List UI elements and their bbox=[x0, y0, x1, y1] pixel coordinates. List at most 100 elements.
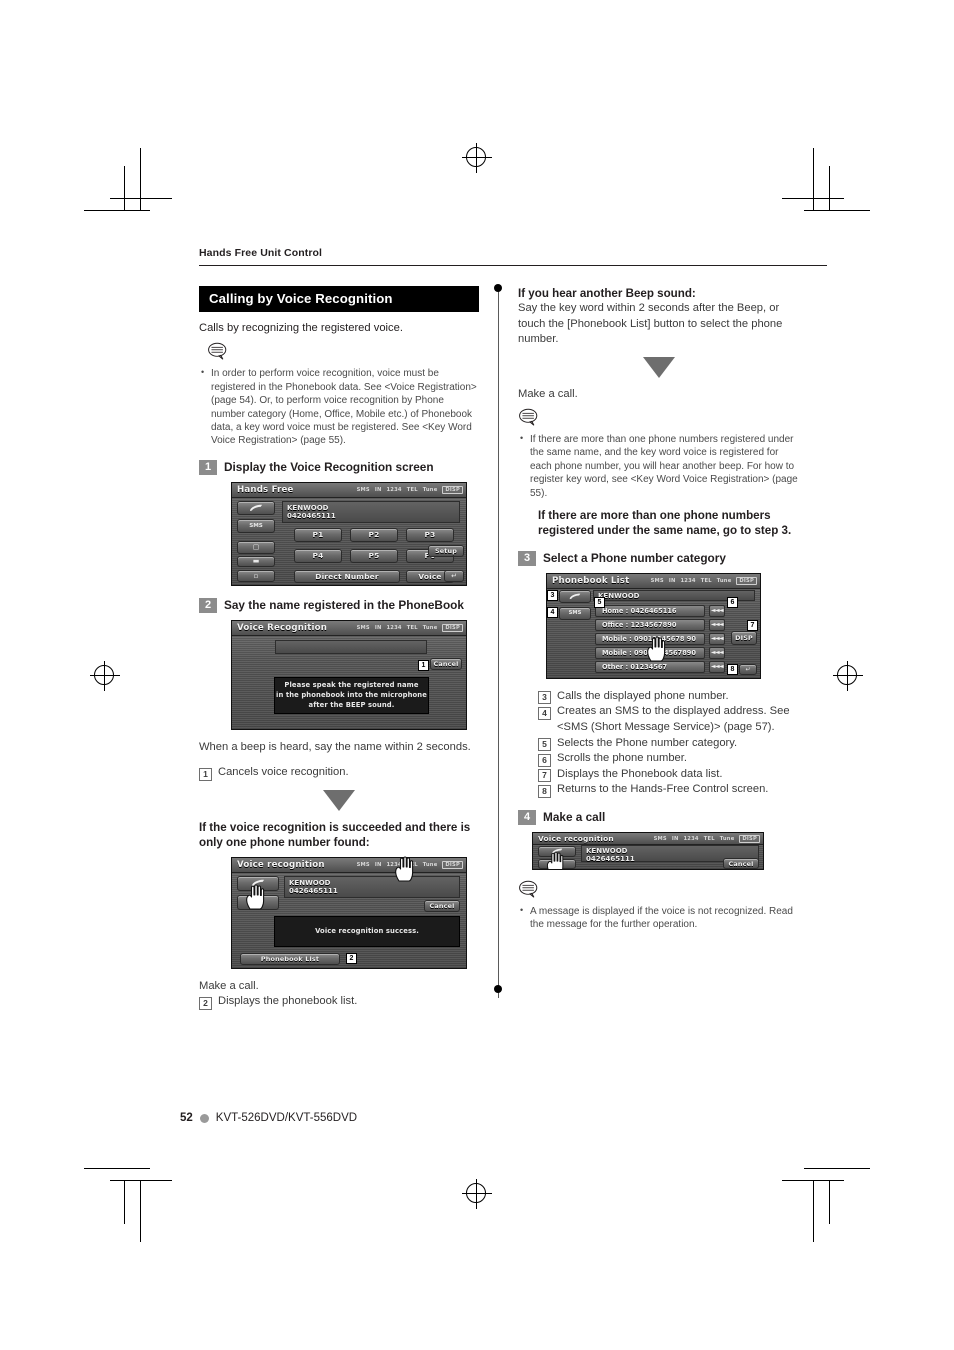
handset-icon bbox=[569, 593, 581, 599]
cancel-button[interactable]: Cancel bbox=[424, 899, 460, 912]
callout-number: 6 bbox=[538, 753, 551, 767]
callout-6-marker: 6 bbox=[727, 596, 738, 608]
preset-label: P2 bbox=[368, 530, 380, 540]
status-tel: TEL bbox=[703, 836, 715, 843]
setup-button[interactable]: Setup bbox=[428, 544, 464, 557]
scroll-button[interactable]: ◄◄◄ bbox=[709, 618, 725, 631]
callout-number: 4 bbox=[538, 706, 551, 720]
lcd-status-bar: SMS IN 1234 TEL Tune DISP bbox=[653, 835, 760, 844]
prompt-message-box: Please speak the registered name in the … bbox=[274, 676, 429, 714]
status-tel: TEL bbox=[406, 624, 418, 631]
back-button[interactable]: ↵ bbox=[739, 663, 757, 675]
registration-mark-left bbox=[90, 661, 120, 691]
cancel-button[interactable]: Cancel bbox=[723, 858, 759, 870]
list-item[interactable]: Office : 1234567890 bbox=[595, 618, 705, 631]
crop-mark-tr-h2 bbox=[804, 210, 870, 212]
scroll-button[interactable]: ◄◄◄ bbox=[709, 660, 725, 673]
list-item[interactable]: Other : 01234567 bbox=[595, 660, 705, 673]
preset-label: P3 bbox=[424, 530, 436, 540]
call-button[interactable] bbox=[559, 589, 591, 603]
scroll-arrow-icon: ◄◄◄ bbox=[710, 663, 724, 671]
callout-number: 8 bbox=[538, 784, 551, 798]
status-num: 1234 bbox=[386, 486, 402, 493]
crop-mark-tl-v bbox=[140, 148, 142, 210]
lcd-title: Hands Free bbox=[237, 484, 294, 495]
registration-mark-bottom bbox=[462, 1179, 492, 1209]
callout-row: 2 Displays the phonebook list. bbox=[199, 994, 479, 1010]
sms-button[interactable]: SMS bbox=[559, 606, 591, 620]
call-button[interactable] bbox=[237, 500, 275, 515]
preset-p3-button[interactable]: P3 bbox=[406, 527, 454, 542]
status-tune: Tune bbox=[719, 836, 735, 843]
callout-row: 3 Calls the displayed phone number. bbox=[538, 689, 800, 705]
crop-mark-br-h2 bbox=[804, 1168, 870, 1170]
caller-info-strip: KENWOOD 0426465111 bbox=[284, 875, 460, 898]
status-tune: Tune bbox=[716, 577, 732, 584]
page-number: 52 bbox=[180, 1112, 193, 1124]
direct-number-button[interactable]: Direct Number bbox=[294, 569, 400, 583]
disp-button[interactable]: DISP bbox=[731, 630, 757, 645]
callout-number: 3 bbox=[538, 691, 551, 705]
step-title: Say the name registered in the PhoneBook bbox=[224, 597, 464, 612]
scroll-button[interactable]: ◄◄◄ bbox=[709, 646, 725, 659]
section-intro: Calls by recognizing the registered voic… bbox=[199, 322, 403, 334]
success-message: Voice recognition success. bbox=[315, 927, 419, 936]
right-callout-list: 3 Calls the displayed phone number. 4 Cr… bbox=[538, 689, 800, 798]
phonebook-list-button[interactable]: Phonebook List bbox=[240, 952, 340, 965]
footer-dot-icon bbox=[199, 1113, 209, 1123]
callout-5-marker: 5 bbox=[594, 596, 605, 608]
screenshot-voice-recognition-success: Voice recognition SMS IN 1234 TEL Tune D… bbox=[231, 856, 467, 969]
step-number: 2 bbox=[199, 597, 217, 613]
status-sms: SMS bbox=[653, 836, 667, 843]
keypad-icon-button[interactable]: ▬ bbox=[237, 555, 275, 567]
step-number: 3 bbox=[518, 550, 536, 566]
hand-cursor-icon bbox=[395, 856, 414, 882]
column-divider-dot-bottom bbox=[494, 985, 502, 993]
screenshot-make-call: Voice recognition SMS IN 1234 TEL Tune D… bbox=[532, 832, 764, 871]
callout-3-marker: 3 bbox=[547, 589, 558, 601]
status-in: IN bbox=[668, 577, 676, 584]
note-item: A message is displayed if the voice is n… bbox=[518, 904, 800, 932]
screenshot-phonebook-list: Phonebook List SMS IN 1234 TEL Tune DISP… bbox=[546, 572, 761, 679]
note-item: If there are more than one phone numbers… bbox=[518, 432, 800, 500]
callout-row: 1 Cancels voice recognition. bbox=[199, 765, 479, 781]
scroll-button[interactable]: ◄◄◄ bbox=[709, 604, 725, 617]
sms-button[interactable]: SMS bbox=[237, 518, 275, 533]
crop-mark-br-v2 bbox=[829, 1180, 831, 1224]
lcd-status-bar: SMS IN 1234 TEL Tune DISP bbox=[357, 623, 463, 632]
list-item[interactable]: Home : 0426465116 bbox=[595, 604, 705, 617]
step-number: 4 bbox=[518, 810, 536, 826]
caller-name: KENWOOD bbox=[287, 503, 329, 512]
preset-p1-button[interactable]: P1 bbox=[294, 527, 342, 542]
back-button[interactable]: ↵ bbox=[444, 569, 464, 582]
crop-mark-tr-v bbox=[813, 148, 815, 210]
status-num: 1234 bbox=[683, 836, 699, 843]
status-sms: SMS bbox=[356, 861, 370, 868]
preset-p4-button[interactable]: P4 bbox=[294, 548, 342, 563]
cancel-button[interactable]: Cancel bbox=[430, 657, 462, 670]
more-numbers-heading: If there are more than one phone numbers… bbox=[538, 509, 792, 538]
return-icon: ▫ bbox=[253, 571, 259, 580]
success-heading: If the voice recognition is succeeded an… bbox=[199, 820, 471, 850]
preset-p2-button[interactable]: P2 bbox=[350, 527, 398, 542]
scroll-button[interactable]: ◄◄◄ bbox=[709, 632, 725, 645]
caller-info-strip: KENWOOD 0420465111 bbox=[282, 500, 460, 523]
callout-row: 7 Displays the Phonebook data list. bbox=[538, 767, 800, 783]
preset-p5-button[interactable]: P5 bbox=[350, 548, 398, 563]
callout-number: 2 bbox=[199, 996, 212, 1010]
exit-icon-button[interactable]: ▫ bbox=[237, 569, 275, 582]
entry-text: Other : 01234567 bbox=[602, 662, 668, 671]
cancel-label: Cancel bbox=[429, 901, 455, 910]
step-1-heading: 1 Display the Voice Recognition screen bbox=[199, 459, 479, 475]
crop-mark-tr-h bbox=[782, 198, 844, 200]
phonebook-icon-button[interactable]: ▢ bbox=[237, 540, 275, 554]
page-footer: 52 KVT-526DVD/KVT-556DVD bbox=[180, 1112, 357, 1124]
caller-name: KENWOOD bbox=[289, 878, 331, 887]
screenshot-hands-free: Hands Free SMS IN 1234 TEL Tune DISP SMS… bbox=[231, 481, 467, 586]
status-in: IN bbox=[671, 836, 679, 843]
final-notes-list: A message is displayed if the voice is n… bbox=[518, 904, 800, 932]
callout-2-marker: 2 bbox=[346, 952, 357, 964]
left-notes-list: In order to perform voice recognition, v… bbox=[199, 366, 479, 447]
make-a-call-text: Make a call. bbox=[518, 387, 578, 400]
note-balloon-icon bbox=[208, 343, 227, 360]
